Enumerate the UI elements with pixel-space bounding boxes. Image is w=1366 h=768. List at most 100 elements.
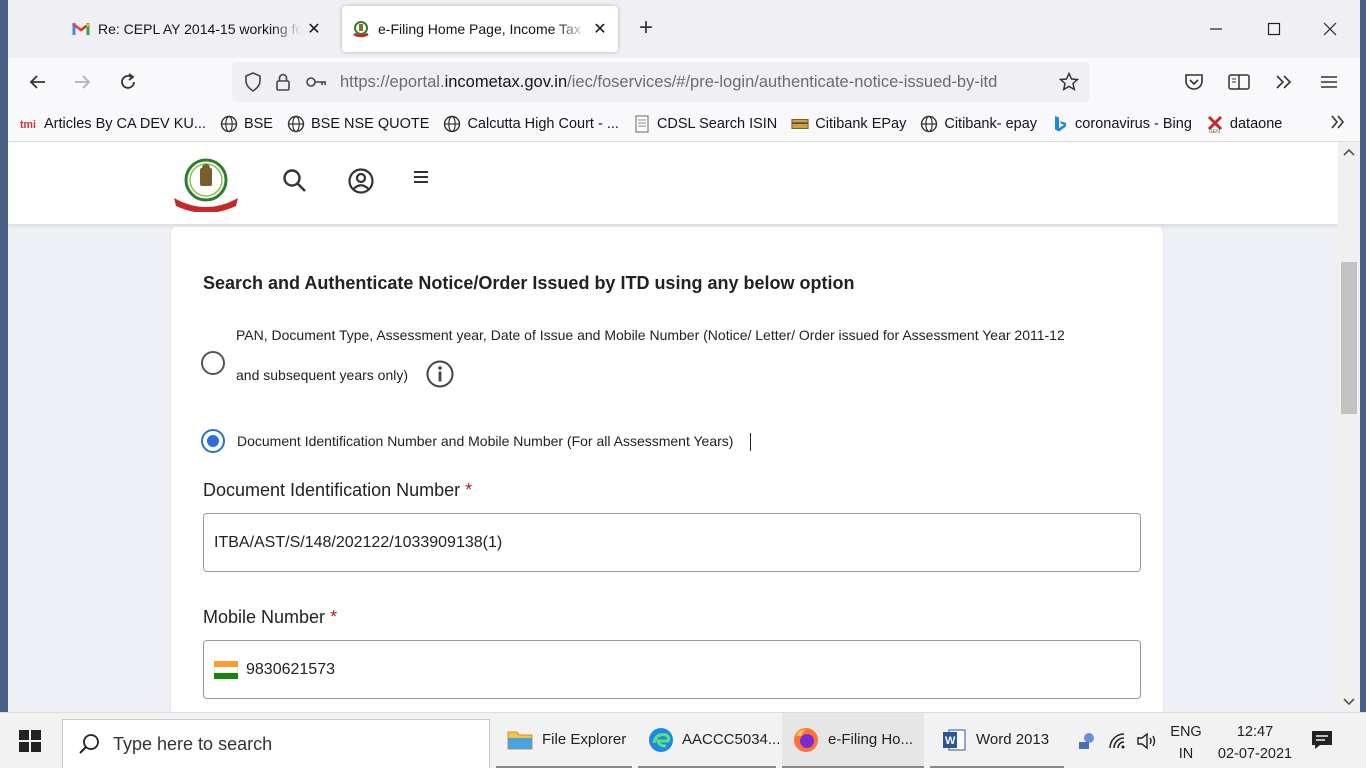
bookmark-label: Citibank EPay: [815, 115, 907, 132]
volume-icon[interactable]: [1136, 713, 1158, 768]
bookmark-item[interactable]: CDSL Search ISIN: [633, 115, 777, 133]
back-button[interactable]: [22, 66, 54, 98]
network-people-icon[interactable]: [1076, 713, 1098, 768]
close-tab-icon[interactable]: ✕: [592, 19, 608, 39]
din-label-text: Document Identification Number: [203, 480, 461, 500]
tab-efiling[interactable]: e-Filing Home Page, Income Tax ✕: [342, 6, 618, 52]
tab-strip: Re: CEPL AY 2014-15 working fo ✕ e-Filin…: [8, 0, 1360, 58]
url-prefix: https://eportal.: [340, 72, 445, 91]
bookmark-label: coronavirus - Bing: [1075, 115, 1192, 132]
bookmark-item[interactable]: Calcutta High Court - ...: [443, 115, 619, 133]
bookmark-item[interactable]: BSE NSE QUOTE: [287, 115, 429, 133]
close-window-button[interactable]: [1310, 14, 1350, 44]
text-cursor: [750, 433, 751, 451]
overflow-chevron-icon[interactable]: [1270, 68, 1298, 96]
account-circle-icon[interactable]: [346, 166, 376, 196]
page-scrollbar[interactable]: [1338, 142, 1360, 712]
menu-hamburger-icon[interactable]: [1315, 68, 1343, 96]
shield-icon[interactable]: [240, 69, 266, 95]
bookmark-label: Articles By CA DEV KU...: [44, 115, 206, 132]
bookmark-label: CDSL Search ISIN: [656, 115, 778, 132]
bookmark-label: Calcutta High Court - ...: [467, 115, 619, 132]
card-icon: [791, 115, 809, 133]
reload-button[interactable]: [112, 66, 144, 98]
taskbar-app-file-explorer[interactable]: File Explorer: [496, 713, 632, 768]
din-field-label: Document Identification Number *: [203, 480, 472, 501]
wifi-icon[interactable]: [1108, 713, 1128, 768]
din-input[interactable]: ITBA/AST/S/148/202122/1033909138(1): [203, 513, 1141, 572]
lock-icon[interactable]: [270, 69, 296, 95]
option-din-radio[interactable]: [201, 429, 225, 453]
gmail-icon: [72, 20, 90, 38]
option-pan-label-line2: and subsequent years only): [236, 367, 408, 383]
mobile-field-label: Mobile Number *: [203, 607, 337, 628]
notification-center-icon[interactable]: [1310, 729, 1338, 753]
tab-gmail[interactable]: Re: CEPL AY 2014-15 working fo ✕: [62, 6, 332, 52]
bing-icon: [1051, 115, 1069, 133]
bookmark-item[interactable]: BSE: [220, 115, 273, 133]
din-value: ITBA/AST/S/148/202122/1033909138(1): [214, 533, 503, 551]
search-icon[interactable]: [280, 166, 310, 196]
globe-icon: [920, 115, 938, 133]
start-button[interactable]: [0, 713, 60, 768]
input-language-indicator[interactable]: ENG IN: [1166, 721, 1206, 765]
globe-icon: [287, 115, 305, 133]
bookmark-item[interactable]: GEN dataone: [1206, 115, 1282, 133]
globe-icon: [220, 115, 238, 133]
itd-emblem-icon: [352, 20, 370, 38]
bookmark-item[interactable]: Citibank- epay: [920, 115, 1037, 133]
svg-text:W: W: [945, 735, 956, 747]
maximize-button[interactable]: [1254, 14, 1294, 44]
dataone-icon: GEN: [1206, 115, 1224, 133]
new-tab-button[interactable]: +: [634, 16, 658, 40]
clock-date: 02-07-2021: [1217, 746, 1293, 762]
close-tab-icon[interactable]: ✕: [306, 19, 322, 39]
minimize-button[interactable]: [1196, 14, 1236, 44]
mobile-number-input[interactable]: 9830621573: [203, 640, 1141, 699]
info-icon[interactable]: [425, 359, 455, 389]
desktop-background: [0, 0, 8, 712]
web-page: Search and Authenticate Notice/Order Iss…: [8, 142, 1338, 712]
taskbar-app-edge[interactable]: AACCC5034...: [638, 713, 780, 768]
bookmarks-overflow-chevron-icon[interactable]: [1330, 114, 1346, 135]
lang-line1: ENG: [1170, 724, 1202, 740]
bookmark-item[interactable]: tmi Articles By CA DEV KU...: [20, 115, 206, 133]
taskbar-app-word[interactable]: W Word 2013: [930, 713, 1064, 768]
income-tax-department-logo[interactable]: [170, 158, 242, 213]
authenticate-notice-card: Search and Authenticate Notice/Order Iss…: [170, 226, 1164, 712]
option-pan-radio[interactable]: [201, 351, 225, 375]
key-icon[interactable]: [304, 69, 330, 95]
navigation-toolbar: https://eportal.incometax.gov.in/iec/fos…: [8, 58, 1360, 106]
taskbar-search-box[interactable]: Type here to search: [62, 719, 490, 768]
forward-button[interactable]: [66, 66, 98, 98]
scrollbar-thumb[interactable]: [1341, 262, 1357, 414]
mobile-label-text: Mobile Number: [203, 607, 326, 627]
address-bar[interactable]: https://eportal.incometax.gov.in/iec/fos…: [232, 62, 1090, 102]
firefox-icon: [792, 726, 820, 754]
windows-logo-icon: [19, 730, 41, 752]
system-clock[interactable]: 12:47 02-07-2021: [1210, 721, 1300, 765]
required-marker: *: [465, 480, 473, 500]
reader-view-icon[interactable]: [1225, 68, 1253, 96]
menu-icon[interactable]: [406, 162, 436, 192]
bookmark-item[interactable]: coronavirus - Bing: [1051, 115, 1192, 133]
bookmark-star-icon[interactable]: [1056, 69, 1082, 95]
folder-icon: [506, 726, 534, 754]
url-text[interactable]: https://eportal.incometax.gov.in/iec/fos…: [340, 73, 1040, 92]
bookmark-item[interactable]: Citibank EPay: [791, 115, 906, 133]
svg-text:GEN: GEN: [1209, 129, 1220, 133]
word-icon: W: [940, 726, 968, 754]
bookmark-label: BSE: [243, 115, 273, 132]
taskbar-app-label: Word 2013: [976, 731, 1050, 748]
scroll-up-arrow-icon[interactable]: [1338, 142, 1360, 162]
required-marker: *: [330, 607, 338, 627]
site-header: [8, 142, 1338, 224]
bookmark-label: dataone: [1229, 115, 1283, 132]
mobile-value: 9830621573: [246, 660, 335, 678]
bookmark-label: BSE NSE QUOTE: [310, 115, 430, 132]
svg-text:tmi: tmi: [20, 119, 36, 131]
taskbar-app-firefox[interactable]: e-Filing Ho...: [782, 713, 924, 768]
pocket-icon[interactable]: [1180, 68, 1208, 96]
scroll-down-arrow-icon[interactable]: [1338, 692, 1360, 712]
india-flag-icon[interactable]: [214, 660, 238, 679]
